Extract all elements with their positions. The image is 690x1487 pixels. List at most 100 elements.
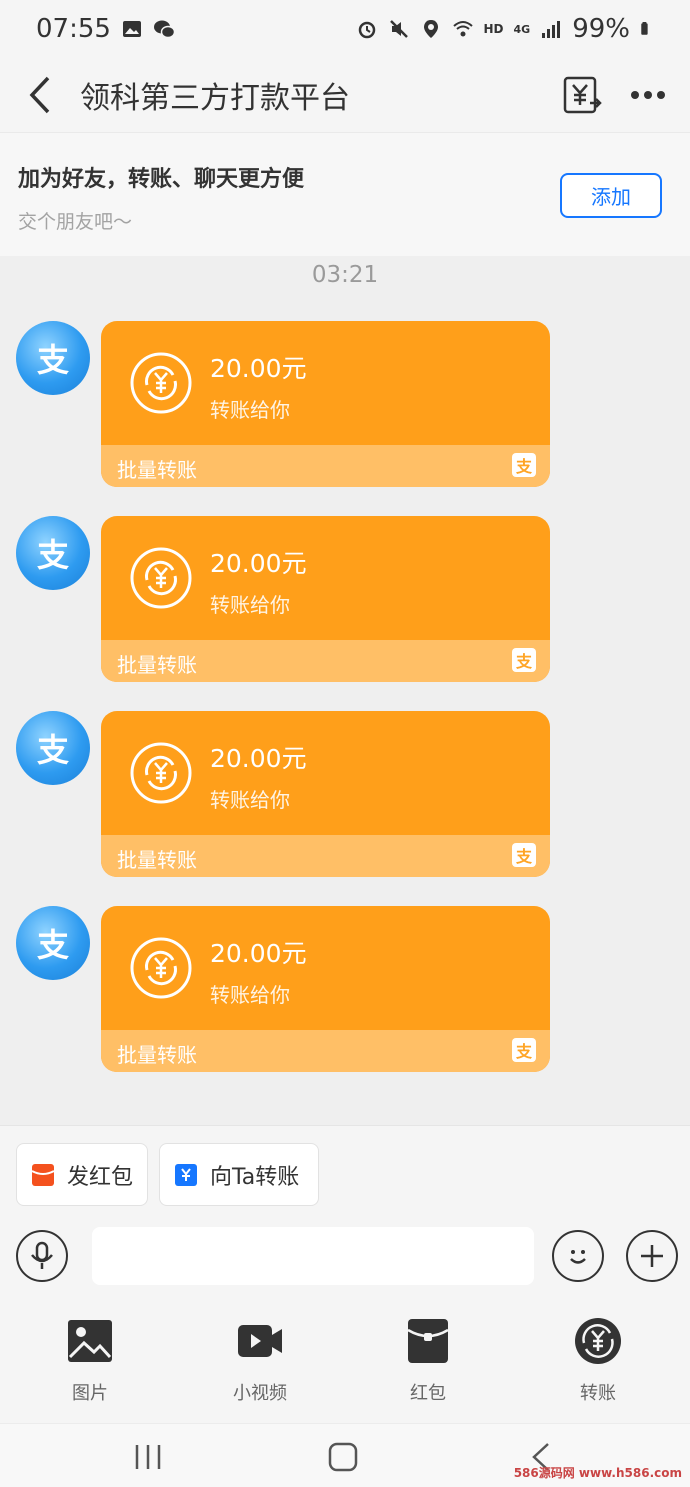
transfer-to-ta-button[interactable]: 向Ta转账 xyxy=(159,1143,319,1206)
red-packet-icon xyxy=(407,1319,449,1363)
transfer-card[interactable]: 20.00元 转账给你 批量转账 支 xyxy=(101,321,550,487)
home-button[interactable] xyxy=(323,1440,363,1474)
send-red-packet-label: 发红包 xyxy=(67,1164,134,1190)
chevron-left-icon xyxy=(29,76,50,114)
location-icon xyxy=(423,20,438,38)
watermark: 586源码网 www.h586.com xyxy=(513,1466,682,1480)
transfer-card-body: 20.00元 转账给你 xyxy=(101,516,550,640)
sender-avatar[interactable]: 支 xyxy=(16,906,90,980)
transfer-amount: 20.00元 xyxy=(210,744,307,773)
status-time: 07:55 xyxy=(36,14,111,44)
video-icon xyxy=(238,1325,282,1357)
transfer-footer-label: 批量转账 xyxy=(117,1043,197,1067)
recent-apps-button[interactable] xyxy=(128,1440,168,1474)
emoji-button[interactable] xyxy=(552,1230,604,1282)
chat-timestamp: 03:21 xyxy=(311,262,379,288)
transfer-icon xyxy=(175,1163,197,1186)
voice-button[interactable] xyxy=(16,1230,68,1282)
transfer-card-footer: 批量转账 支 xyxy=(101,1030,550,1072)
alipay-logo-icon: 支 xyxy=(512,453,536,477)
add-friend-button[interactable]: 添加 xyxy=(560,173,662,218)
transfer-to-ta-label: 向Ta转账 xyxy=(210,1164,300,1190)
sender-avatar[interactable]: 支 xyxy=(16,321,90,395)
back-button[interactable] xyxy=(4,58,74,132)
gallery-notification-icon xyxy=(122,21,141,37)
transfer-card-footer: 批量转账 支 xyxy=(101,445,550,487)
tool-label: 红包 xyxy=(410,1383,446,1404)
transfer-amount: 20.00元 xyxy=(210,939,307,968)
transfer-amount: 20.00元 xyxy=(210,354,307,383)
tool-video[interactable]: 小视频 xyxy=(200,1317,320,1407)
transfer-message: 支 20.00元 转账给你 批量转账 支 xyxy=(16,321,556,489)
transfer-card[interactable]: 20.00元 转账给你 批量转账 支 xyxy=(101,516,550,682)
alipay-logo-icon: 支 xyxy=(512,1038,536,1062)
mute-icon xyxy=(389,20,408,38)
banner-subtitle: 交个朋友吧～ xyxy=(18,211,133,233)
page-title: 领科第三方打款平台 xyxy=(80,81,350,116)
wechat-notification-icon xyxy=(153,20,175,39)
tool-red-packet[interactable]: 红包 xyxy=(368,1317,488,1407)
transfer-subtitle: 转账给你 xyxy=(210,983,290,1007)
image-icon xyxy=(68,1320,112,1362)
plus-icon xyxy=(641,1245,663,1267)
message-input[interactable] xyxy=(92,1227,534,1285)
tool-label: 图片 xyxy=(72,1383,108,1404)
yuan-transfer-icon xyxy=(130,742,192,804)
banner-title: 加为好友，转账、聊天更方便 xyxy=(18,167,305,192)
yuan-doc-icon xyxy=(563,76,602,114)
transfer-card[interactable]: 20.00元 转账给你 批量转账 支 xyxy=(101,711,550,877)
transfer-card-footer: 批量转账 支 xyxy=(101,835,550,877)
yuan-transfer-icon xyxy=(130,937,192,999)
recent-apps-icon xyxy=(135,1445,161,1469)
tool-label: 转账 xyxy=(580,1383,616,1404)
network-label: HD xyxy=(483,22,504,36)
transfer-amount: 20.00元 xyxy=(210,549,307,578)
tool-label: 小视频 xyxy=(233,1383,287,1404)
nav-bar: 领科第三方打款平台 xyxy=(0,58,690,132)
transfer-card-body: 20.00元 转账给你 xyxy=(101,906,550,1030)
tool-transfer[interactable]: 转账 xyxy=(538,1317,658,1407)
alarm-icon xyxy=(358,21,375,39)
sender-avatar[interactable]: 支 xyxy=(16,711,90,785)
wifi-icon xyxy=(452,21,473,37)
transfer-card-footer: 批量转账 支 xyxy=(101,640,550,682)
more-button[interactable] xyxy=(626,73,670,117)
input-row xyxy=(0,1225,690,1301)
red-packet-icon xyxy=(31,1163,55,1186)
system-nav-bar: 586源码网 www.h586.com xyxy=(0,1423,690,1487)
transfer-message: 支 20.00元 转账给你 批量转账 支 xyxy=(16,711,556,879)
transfer-card-body: 20.00元 转账给你 xyxy=(101,711,550,835)
quick-actions-bar: 发红包 向Ta转账 xyxy=(0,1125,690,1225)
more-options-button[interactable] xyxy=(626,1230,678,1282)
transfer-card[interactable]: 20.00元 转账给你 批量转账 支 xyxy=(101,906,550,1072)
alipay-logo-icon: 支 xyxy=(512,648,536,672)
transfer-record-button[interactable] xyxy=(560,73,604,117)
add-friend-banner: 加为好友，转账、聊天更方便 交个朋友吧～ 添加 xyxy=(0,132,690,256)
attachment-toolbar: 图片 小视频 红包 转账 xyxy=(0,1301,690,1423)
transfer-card-body: 20.00元 转账给你 xyxy=(101,321,550,445)
transfer-message: 支 20.00元 转账给你 批量转账 支 xyxy=(16,906,556,1074)
battery-percent: 99% xyxy=(572,14,630,44)
transfer-subtitle: 转账给你 xyxy=(210,398,290,422)
tool-image[interactable]: 图片 xyxy=(30,1317,150,1407)
signal-icon xyxy=(542,21,561,38)
send-red-packet-button[interactable]: 发红包 xyxy=(16,1143,148,1206)
transfer-subtitle: 转账给你 xyxy=(210,788,290,812)
yuan-transfer-icon xyxy=(130,547,192,609)
battery-icon xyxy=(641,22,648,35)
transfer-footer-label: 批量转账 xyxy=(117,848,197,872)
transfer-subtitle: 转账给你 xyxy=(210,593,290,617)
sender-avatar[interactable]: 支 xyxy=(16,516,90,590)
status-bar: 07:55 HD 4G 99% xyxy=(0,0,690,58)
yuan-transfer-icon xyxy=(130,352,192,414)
home-icon xyxy=(328,1442,358,1472)
smiley-icon xyxy=(570,1250,586,1264)
microphone-icon xyxy=(31,1241,53,1269)
transfer-icon xyxy=(575,1318,621,1364)
transfer-footer-label: 批量转账 xyxy=(117,653,197,677)
transfer-message: 支 20.00元 转账给你 批量转账 支 xyxy=(16,516,556,684)
more-icon xyxy=(631,91,665,99)
alipay-logo-icon: 支 xyxy=(512,843,536,867)
signal-label: 4G xyxy=(513,22,531,36)
transfer-footer-label: 批量转账 xyxy=(117,458,197,482)
